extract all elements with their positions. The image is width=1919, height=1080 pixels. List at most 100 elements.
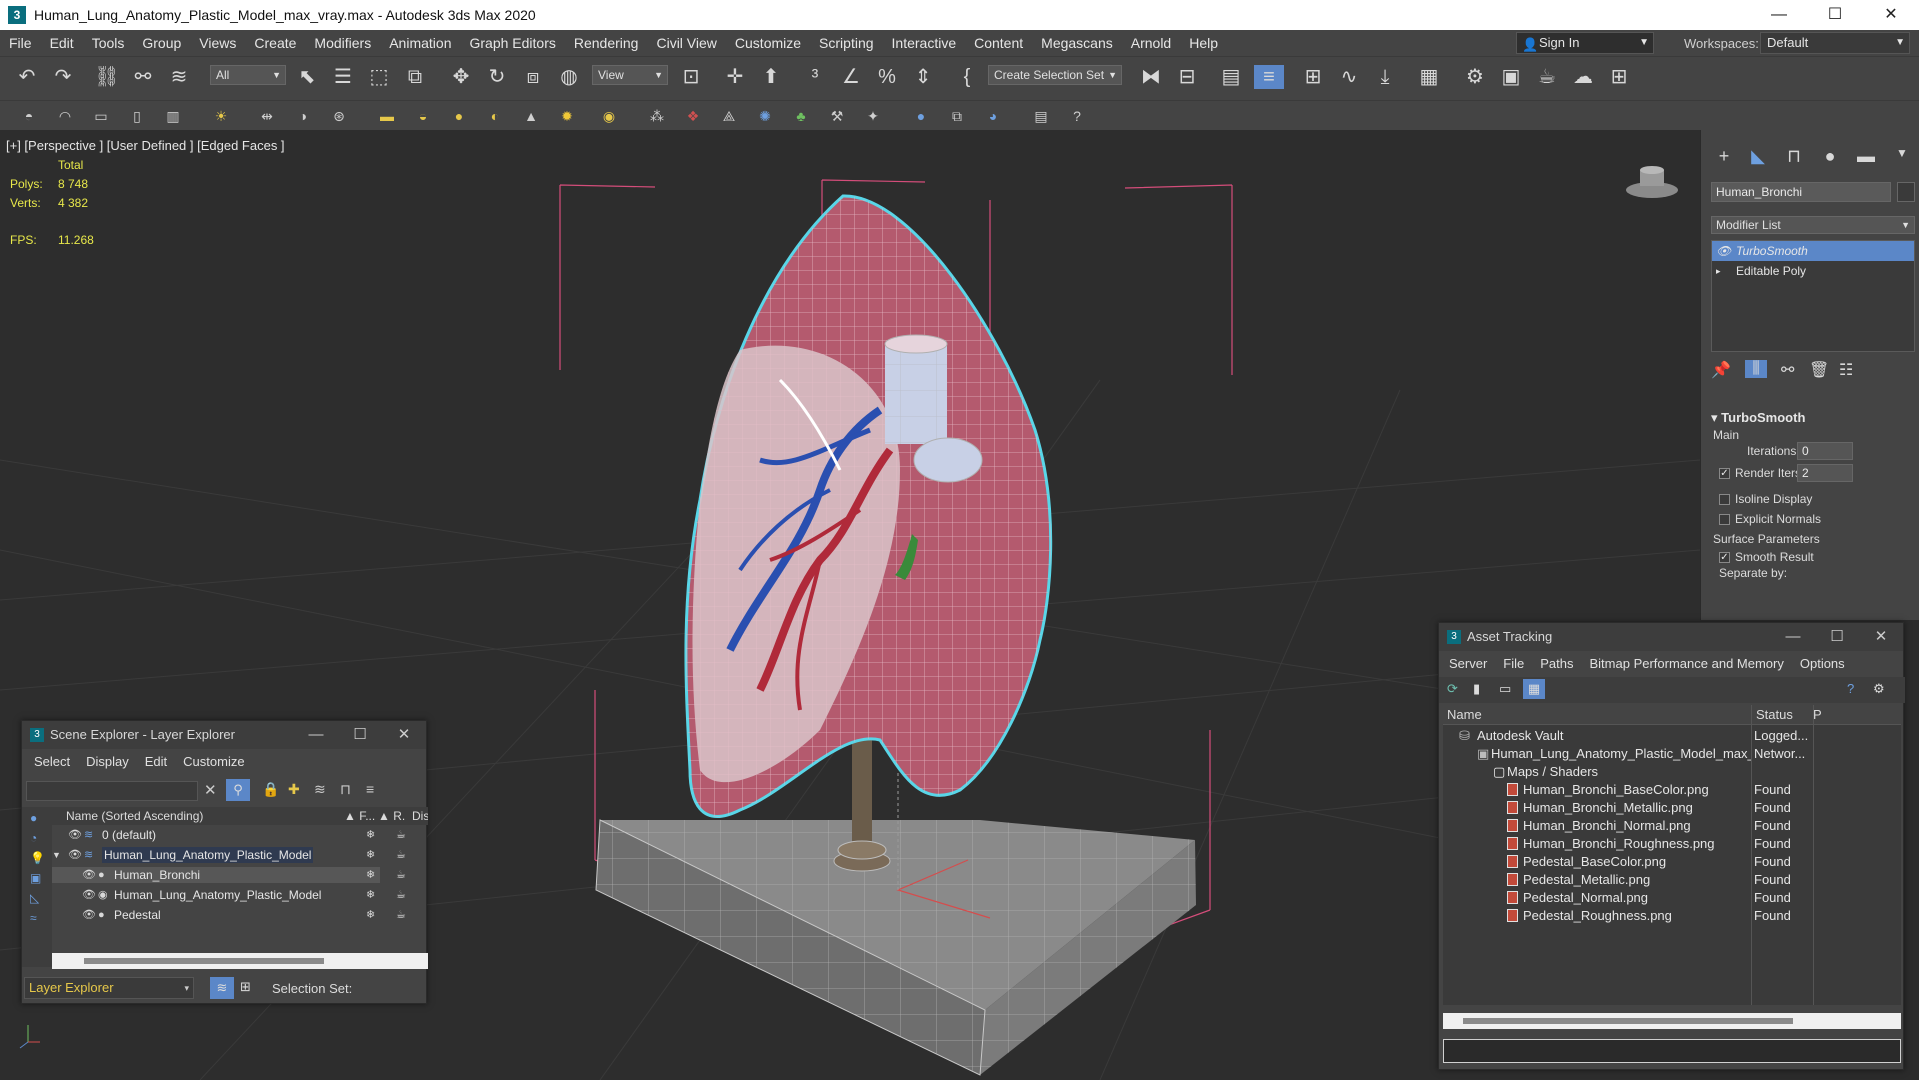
maximize-button[interactable]: ☐ xyxy=(1815,623,1859,651)
menu-file[interactable]: File xyxy=(0,30,41,56)
column-display[interactable]: Display xyxy=(412,807,428,825)
detail-view-icon[interactable]: ▦ xyxy=(1523,679,1545,699)
column-frozen[interactable]: ▲ F... xyxy=(344,807,375,825)
undo-icon[interactable]: ↶ xyxy=(12,65,42,89)
snaps-toggle-icon[interactable]: ³ xyxy=(800,65,830,89)
eye-icon[interactable]: 👁 xyxy=(82,867,96,883)
vray-plane-light-icon[interactable]: ▬ xyxy=(376,107,398,125)
render-in-cloud-icon[interactable]: ⊞ xyxy=(1604,65,1634,89)
lock-icon[interactable]: 🔒 xyxy=(262,781,279,798)
refresh-icon[interactable]: ⟳ xyxy=(1447,681,1458,697)
menu-tools[interactable]: Tools xyxy=(83,30,134,56)
object-row-human-bronchi[interactable]: 👁 ● Human_Bronchi ❄ ☕ xyxy=(52,867,406,883)
minimize-button[interactable]: — xyxy=(1751,0,1807,30)
eye-icon[interactable]: 👁 xyxy=(68,827,82,843)
expand-arrow-icon[interactable]: ▼ xyxy=(52,847,61,863)
menu-interactive[interactable]: Interactive xyxy=(883,30,966,56)
keyboard-shortcut-override-icon[interactable]: ⬆ xyxy=(756,65,786,89)
asset-row-texture[interactable]: Human_Bronchi_BaseColor.png Found xyxy=(1443,781,1813,799)
layer-explorer-icon[interactable]: ≡ xyxy=(1254,65,1284,89)
render-iters-checkbox[interactable]: ✓ xyxy=(1719,468,1730,479)
explorer-type-dropdown[interactable]: Layer Explorer ▾ xyxy=(24,977,194,999)
scale-icon[interactable]: ⧈ xyxy=(518,65,548,89)
vray-decal-icon[interactable]: ⟁ xyxy=(718,107,740,125)
pin-stack-icon[interactable]: 📌 xyxy=(1711,360,1731,380)
menu-customize[interactable]: Customize xyxy=(175,754,252,769)
stack-icon[interactable]: ≡ xyxy=(366,781,374,797)
menu-display[interactable]: Display xyxy=(78,754,137,769)
freeze-icon[interactable]: ❄ xyxy=(366,867,375,883)
workspace-dropdown[interactable]: Default ▼ xyxy=(1760,32,1910,54)
table-view-icon[interactable]: ▭ xyxy=(1499,681,1511,697)
layers-icon[interactable]: ≋ xyxy=(314,781,326,798)
vray-render-icon[interactable]: ◓ xyxy=(18,107,40,125)
select-object-icon[interactable]: ⬉ xyxy=(292,65,322,89)
turbosmooth-rollout-title[interactable]: ▾ TurboSmooth xyxy=(1711,410,1805,426)
modifier-list-dropdown[interactable]: Modifier List ▼ xyxy=(1711,216,1915,234)
add-layer-icon[interactable]: ✚ xyxy=(288,781,300,798)
close-button[interactable]: ✕ xyxy=(1859,623,1903,651)
remove-modifier-icon[interactable]: 🗑 xyxy=(1809,360,1829,380)
filter-icon[interactable]: ⚲ xyxy=(226,779,250,801)
hierarchy-icon[interactable]: ⊓ xyxy=(340,781,351,798)
vray-cosmos-icon[interactable]: ◕ xyxy=(982,107,1004,125)
select-by-name-icon[interactable]: ☰ xyxy=(328,65,358,89)
display-helpers-icon[interactable]: ◺ xyxy=(30,891,39,905)
selection-filter-dropdown[interactable]: All ▼ xyxy=(210,65,286,85)
maximize-button[interactable]: ☐ xyxy=(1807,0,1863,30)
render-teapot-icon[interactable]: ☕ xyxy=(396,827,406,843)
place-icon[interactable]: ◍ xyxy=(554,65,584,89)
menu-paths[interactable]: Paths xyxy=(1532,656,1581,671)
vray-scatter-icon[interactable]: ♣ xyxy=(790,107,812,125)
vray-sun-icon[interactable]: ▲ xyxy=(520,107,542,125)
render-teapot-icon[interactable]: ☕ xyxy=(396,887,406,903)
menu-customize[interactable]: Customize xyxy=(726,30,810,56)
render-teapot-icon[interactable]: ☕ xyxy=(396,907,406,923)
vray-sphere-light-icon[interactable]: ● xyxy=(448,107,470,125)
menu-edit[interactable]: Edit xyxy=(137,754,175,769)
asset-row-texture[interactable]: Human_Bronchi_Normal.png Found xyxy=(1443,817,1813,835)
freeze-icon[interactable]: ❄ xyxy=(366,827,375,843)
modify-tab-icon[interactable]: ◣ xyxy=(1743,146,1773,167)
asset-path-field[interactable] xyxy=(1443,1039,1901,1063)
object-color-swatch[interactable] xyxy=(1897,182,1915,202)
close-button[interactable]: ✕ xyxy=(1863,0,1919,30)
layer-row-lung-model[interactable]: ▼ 👁 ≋ Human_Lung_Anatomy_Plastic_Model ❄… xyxy=(52,847,406,863)
object-row-lung-model[interactable]: 👁 ◉ Human_Lung_Anatomy_Plastic_Model ❄ ☕ xyxy=(52,887,406,903)
eye-icon[interactable]: 👁 xyxy=(68,847,82,863)
vray-fur-tool-icon[interactable]: ⁂ xyxy=(646,107,668,125)
asset-row-vault[interactable]: ⛁ Autodesk Vault Logged... xyxy=(1443,727,1813,745)
maximize-button[interactable]: ☐ xyxy=(338,721,382,749)
material-editor-icon[interactable]: ▦ xyxy=(1414,65,1444,89)
stack-item-editable-poly[interactable]: ▸ Editable Poly xyxy=(1712,261,1914,281)
vray-ambient-light-icon[interactable]: ◉ xyxy=(598,107,620,125)
sign-in-dropdown[interactable]: 👤 Sign In ▼ xyxy=(1516,32,1654,54)
object-name-field[interactable]: Human_Bronchi xyxy=(1711,182,1891,202)
asset-row-max-file[interactable]: ▣ Human_Lung_Anatomy_Plastic_Model_max_v… xyxy=(1443,745,1751,763)
close-button[interactable]: ✕ xyxy=(382,721,426,749)
freeze-icon[interactable]: ❄ xyxy=(366,847,375,863)
column-name[interactable]: Name (Sorted Ascending) xyxy=(66,807,203,825)
select-manipulate-icon[interactable]: ✛ xyxy=(720,65,750,89)
menu-bitmap-performance[interactable]: Bitmap Performance and Memory xyxy=(1582,656,1792,671)
menu-options[interactable]: Options xyxy=(1792,656,1853,671)
vray-light-lister-icon[interactable]: ☀ xyxy=(210,107,232,125)
vray-ies-light-icon[interactable]: ◐ xyxy=(484,107,506,125)
display-space-warps-icon[interactable]: ≈ xyxy=(30,911,37,925)
viewport-label[interactable]: [+] [Perspective ] [User Defined ] [Edge… xyxy=(6,138,285,153)
vray-lightmix-icon[interactable]: ⚒ xyxy=(826,107,848,125)
vray-volume-grid-icon[interactable]: ✦ xyxy=(862,107,884,125)
hierarchy-tab-icon[interactable]: ⊓ xyxy=(1779,146,1809,167)
spinner-snap-icon[interactable]: ⇕ xyxy=(908,65,938,89)
menu-views[interactable]: Views xyxy=(190,30,245,56)
render-production-icon[interactable]: ☕ xyxy=(1532,65,1562,89)
clear-search-icon[interactable]: ✕ xyxy=(204,781,217,799)
vray-render-settings-icon[interactable]: ▯ xyxy=(126,107,148,125)
vray-asset-editor-icon[interactable]: ▭ xyxy=(90,107,112,125)
eye-icon[interactable]: 👁 xyxy=(82,887,96,903)
menu-modifiers[interactable]: Modifiers xyxy=(305,30,380,56)
column-name[interactable]: Name xyxy=(1447,705,1482,725)
vray-enmesh-icon[interactable]: ✺ xyxy=(754,107,776,125)
vray-dome-light-icon[interactable]: ◒ xyxy=(412,107,434,125)
render-iters-spinner[interactable]: 2 xyxy=(1797,464,1853,482)
